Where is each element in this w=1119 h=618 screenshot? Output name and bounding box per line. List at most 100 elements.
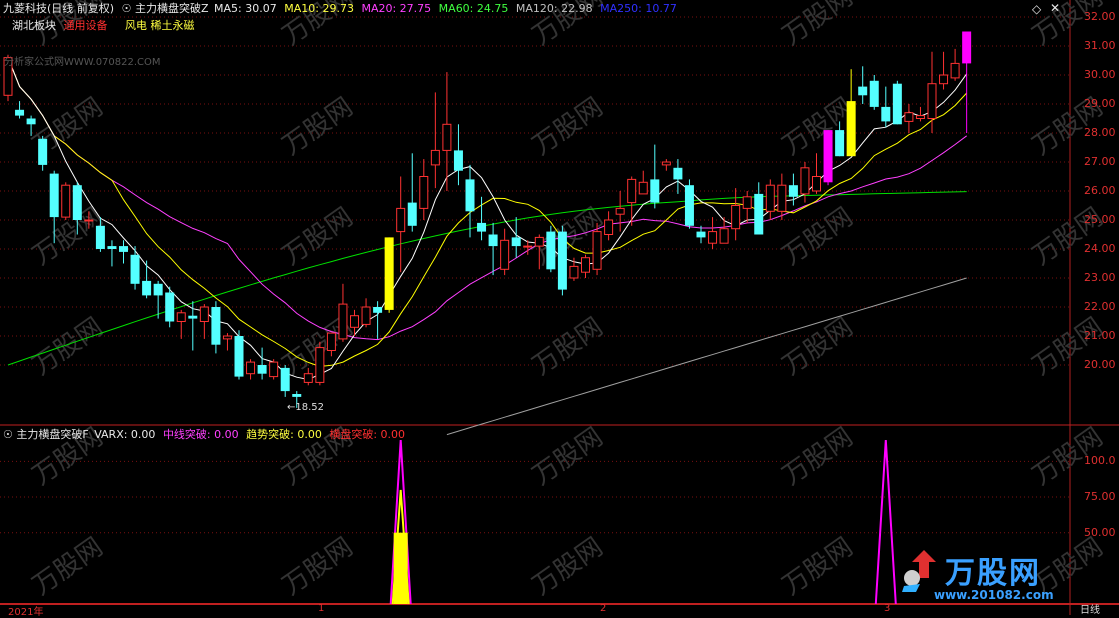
candle-body-up	[731, 205, 741, 230]
candle-body-up	[442, 123, 452, 151]
price-tick: 30.00	[1084, 68, 1116, 81]
candle-body	[823, 130, 833, 183]
candle-body	[477, 222, 487, 232]
candle-body	[650, 179, 660, 203]
price-tick: 21.00	[1084, 329, 1116, 342]
candle-body	[858, 86, 868, 96]
candle-body	[130, 254, 140, 284]
trend-break-value: 趋势突破: 0.00	[246, 428, 322, 441]
period-label[interactable]: 日线	[1080, 601, 1100, 616]
candle-body	[119, 246, 128, 252]
candle-body-up	[915, 115, 925, 119]
candle-body-up	[199, 306, 209, 322]
candle-body-up	[638, 181, 648, 195]
ma5-value: MA5: 30.07	[214, 2, 277, 15]
candle-body	[15, 109, 25, 116]
candle-body-up	[361, 306, 371, 325]
candle-body	[292, 394, 302, 397]
candle-body	[754, 193, 764, 235]
candle-body	[49, 173, 59, 218]
candle-body-up	[719, 228, 729, 244]
candle-body-up	[765, 184, 775, 212]
sub-tick: 100.0	[1084, 454, 1116, 468]
candle-body	[696, 231, 706, 238]
close-icon[interactable]: ✕	[1050, 1, 1060, 15]
sub-chart-header: ☉ 主力横盘突破F VARX: 0.00 中线突破: 0.00 趋势突破: 0.…	[3, 428, 405, 442]
candle-body-up	[812, 176, 821, 192]
candle-body-up	[176, 312, 186, 322]
candle-body	[684, 185, 694, 226]
candle-body	[153, 283, 163, 296]
background-watermark: 万股网	[277, 532, 358, 601]
diamond-icon[interactable]: ◇	[1032, 2, 1041, 16]
candle-body-up	[592, 231, 602, 270]
background-watermark: 万股网	[27, 532, 108, 601]
candle-body	[788, 185, 798, 197]
candle-body	[846, 101, 856, 157]
candle-body-up	[604, 219, 614, 235]
candle-body-up	[581, 257, 590, 273]
candle-body-up	[904, 112, 914, 122]
candle-body	[95, 225, 105, 249]
price-tick: 32.00	[1084, 10, 1116, 23]
candle-body-up	[315, 347, 325, 383]
stock-name[interactable]: 九菱科技(日线 前复权)	[3, 2, 114, 15]
candle-body	[280, 367, 290, 392]
background-watermark: 万股网	[527, 532, 608, 601]
candle-body	[488, 234, 498, 247]
candle-body	[211, 307, 221, 345]
ma120-value: MA120: 22.98	[515, 2, 593, 15]
candle-body-up	[269, 361, 279, 378]
candle-body	[453, 150, 463, 171]
sub-tick: 75.00	[1084, 490, 1116, 504]
candle-body-up	[500, 239, 510, 270]
background-watermark: 万股网	[27, 312, 108, 381]
candle-body-up	[800, 167, 810, 195]
price-tick: 31.00	[1084, 39, 1116, 52]
candle-body	[373, 307, 383, 313]
candle-body	[38, 138, 48, 165]
background-watermark: 万股网	[777, 92, 858, 161]
kline-chart[interactable]: 万股网 万股网 万股网 万股网 万股网万股网 万股网 万股网 万股网 万股网万股网 万股网 万股网万…	[0, 0, 1119, 615]
candle-body	[384, 237, 394, 310]
candle-body	[234, 336, 244, 377]
signal-spike	[874, 439, 897, 605]
indicator-collapse-icon[interactable]: ☉	[122, 2, 132, 15]
sector-tags: 湖北板块 通用设备 风电 稀土永磁	[12, 19, 195, 33]
date-tick: 3	[884, 603, 891, 614]
sub-tick: 50.00	[1084, 525, 1116, 539]
candle-body-up	[777, 184, 787, 212]
candle-body-up	[569, 265, 579, 279]
region-tag[interactable]: 湖北板块	[12, 19, 56, 32]
low-price-label: ←18.52	[287, 402, 325, 413]
industry-tag[interactable]: 通用设备	[64, 19, 108, 32]
date-tick: 2021年	[8, 607, 44, 618]
sub-indicator-name[interactable]: 主力横盘突破F	[16, 428, 88, 441]
varx-value: VARX: 0.00	[94, 428, 156, 441]
candle-body-up	[927, 83, 937, 119]
ma250-value: MA250: 10.77	[600, 2, 677, 15]
ma20-value: MA20: 27.75	[361, 2, 432, 15]
ma60-value: MA60: 24.75	[438, 2, 509, 15]
candle-body-up	[396, 207, 406, 233]
concept-tag[interactable]: 风电 稀土永磁	[125, 19, 195, 32]
background-watermark: 万股网	[527, 92, 608, 161]
signal-bar	[393, 532, 408, 604]
ma20-line	[7, 57, 967, 341]
candle-body	[546, 231, 556, 270]
price-tick: 26.00	[1084, 184, 1116, 197]
candle-body-up	[419, 176, 429, 209]
sub-collapse-icon[interactable]: ☉	[3, 428, 13, 441]
background-watermark: 万股网	[527, 422, 608, 491]
candle-body	[165, 292, 175, 322]
candle-body-up	[430, 149, 440, 166]
indicator-main-name[interactable]: 主力横盘突破Z	[135, 2, 209, 15]
background-watermark: 万股网	[777, 422, 858, 491]
candle-body-up	[350, 315, 359, 328]
source-label: 分析家公式网WWW.070822.COM	[4, 57, 161, 68]
candle-body-up	[534, 236, 544, 247]
candle-body-up	[950, 62, 960, 79]
candle-body	[465, 179, 475, 212]
price-tick: 20.00	[1084, 358, 1116, 371]
ma10-value: MA10: 29.73	[284, 2, 354, 15]
